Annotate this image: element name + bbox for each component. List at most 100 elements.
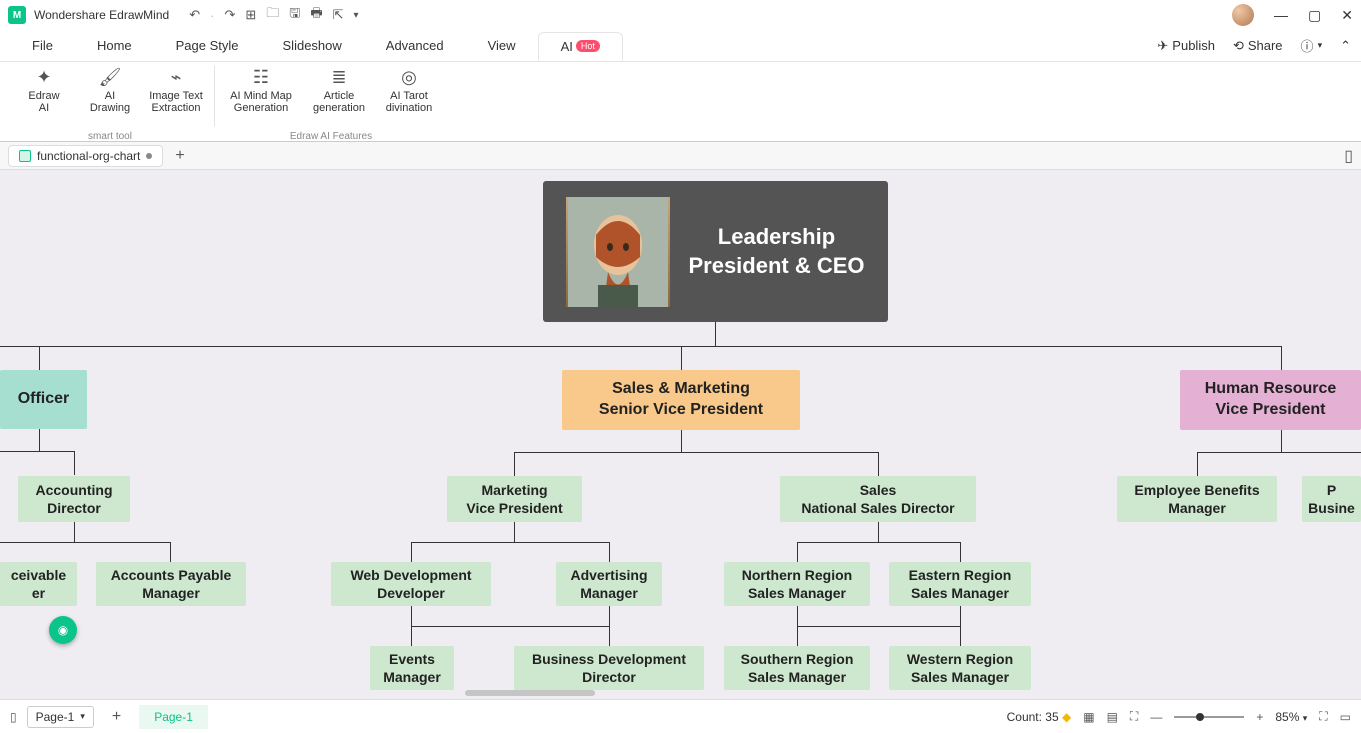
collapse-ribbon-icon[interactable]: ⌃	[1340, 38, 1351, 54]
fullscreen-icon[interactable]: ⛶	[1319, 709, 1327, 724]
node-finance-label: Officer	[18, 389, 70, 410]
l: Manager	[1134, 499, 1259, 517]
l: Advertising	[570, 566, 647, 584]
connector	[797, 626, 960, 627]
page-tab-1[interactable]: Page-1	[139, 705, 208, 729]
share-button[interactable]: ⟲Share	[1233, 38, 1283, 54]
ai-tarot-button[interactable]: ◎AI Tarot divination	[381, 66, 437, 114]
count-label: Count: 35 ◆	[1007, 710, 1072, 724]
l: Sales Manager	[741, 668, 854, 686]
article-gen-button[interactable]: ≣Article generation	[307, 66, 371, 114]
node-accounting[interactable]: AccountingDirector	[18, 476, 130, 522]
node-sales-director[interactable]: SalesNational Sales Director	[780, 476, 976, 522]
ribbon-group-ai-features: ☷AI Mind Map Generation ≣Article generat…	[219, 66, 443, 142]
node-advertising[interactable]: AdvertisingManager	[556, 562, 662, 606]
chevron-down-icon: ▾	[80, 711, 85, 722]
minimize-panel-icon[interactable]: ▭	[1340, 710, 1351, 724]
minimize-icon[interactable]: —	[1274, 7, 1288, 24]
view-mode-2-icon[interactable]: ▤	[1107, 710, 1118, 724]
qat-more-icon[interactable]: ▾	[354, 10, 359, 21]
image-text-button[interactable]: ⌁Image Text Extraction	[148, 66, 204, 114]
horizontal-scrollbar[interactable]	[465, 690, 595, 696]
close-icon[interactable]: ✕	[1341, 7, 1353, 24]
zoom-level[interactable]: 85% ▾	[1275, 710, 1307, 724]
tab-home[interactable]: Home	[75, 32, 154, 59]
maximize-icon[interactable]: ▢	[1308, 7, 1321, 24]
zoom-slider[interactable]	[1174, 716, 1244, 718]
tab-page-style[interactable]: Page Style	[154, 32, 261, 59]
outline-icon[interactable]: ▯	[10, 710, 17, 724]
ai-drawing-button[interactable]: 🖌AI Drawing	[82, 66, 138, 114]
node-hr-p[interactable]: PBusine	[1302, 476, 1361, 522]
l: P	[1308, 481, 1355, 499]
tab-view[interactable]: View	[466, 32, 538, 59]
l: Busine	[1308, 499, 1355, 517]
open-icon[interactable]: 🗀	[266, 4, 279, 26]
connector	[170, 542, 171, 562]
add-page-button[interactable]: +	[104, 708, 129, 726]
node-hr[interactable]: Human ResourceVice President	[1180, 370, 1361, 430]
redo-icon[interactable]: ↷	[224, 7, 235, 23]
doc-tab-icon	[19, 150, 31, 162]
print-icon[interactable]: 🖶	[310, 4, 322, 26]
connector	[878, 452, 879, 476]
node-bizdev[interactable]: Business DevelopmentDirector	[514, 646, 704, 690]
doc-tab-1[interactable]: functional-org-chart	[8, 145, 163, 167]
l: Developer	[350, 584, 471, 602]
l: ceivable	[11, 566, 66, 584]
connector	[797, 542, 798, 562]
export-icon[interactable]: ⇱	[333, 7, 344, 23]
tab-ai-label: AI	[561, 39, 573, 54]
view-mode-1-icon[interactable]: ▦	[1083, 710, 1094, 724]
node-receivable[interactable]: ceivableer	[0, 562, 77, 606]
tab-advanced[interactable]: Advanced	[364, 32, 466, 59]
node-west-region[interactable]: Western RegionSales Manager	[889, 646, 1031, 690]
tab-file[interactable]: File	[10, 32, 75, 59]
node-marketing-vp[interactable]: MarketingVice President	[447, 476, 582, 522]
node-sales-marketing[interactable]: Sales & MarketingSenior Vice President	[562, 370, 800, 430]
edraw-ai-button[interactable]: ✦Edraw AI	[16, 66, 72, 114]
zoom-out-button[interactable]: —	[1150, 710, 1162, 724]
ai-drawing-label: AI Drawing	[90, 90, 130, 114]
canvas[interactable]: Leadership President & CEO Officer Sales…	[0, 170, 1361, 699]
zoom-in-button[interactable]: +	[1256, 710, 1263, 724]
panel-toggle-icon[interactable]: ▯	[1344, 146, 1353, 166]
l: Manager	[383, 668, 441, 686]
node-webdev[interactable]: Web DevelopmentDeveloper	[331, 562, 491, 606]
hr-line1: Human Resource	[1205, 379, 1337, 400]
publish-label: Publish	[1172, 38, 1215, 53]
doc-tab-label: functional-org-chart	[37, 149, 140, 163]
new-icon[interactable]: ⊞	[245, 7, 256, 23]
ai-mindmap-button[interactable]: ☷AI Mind Map Generation	[225, 66, 297, 114]
node-north-region[interactable]: Northern RegionSales Manager	[724, 562, 870, 606]
l: Vice President	[466, 499, 562, 517]
ai-assistant-bubble[interactable]: ◉	[49, 616, 77, 644]
node-finance[interactable]: Officer	[0, 370, 87, 429]
connector	[878, 522, 879, 542]
save-icon[interactable]: 🖫	[289, 4, 300, 26]
ai-tarot-icon: ◎	[398, 66, 420, 88]
help-button[interactable]: ⓘ▾	[1301, 36, 1323, 55]
node-east-region[interactable]: Eastern RegionSales Manager	[889, 562, 1031, 606]
connector	[0, 346, 1281, 347]
ceo-line2: President & CEO	[688, 252, 864, 281]
page-selector[interactable]: Page-1 ▾	[27, 706, 94, 728]
add-tab-button[interactable]: +	[169, 147, 190, 165]
node-payable[interactable]: Accounts PayableManager	[96, 562, 246, 606]
tab-ai[interactable]: AIHot	[538, 32, 623, 61]
diamond-icon: ◆	[1062, 710, 1071, 724]
user-avatar[interactable]	[1232, 4, 1254, 26]
app-logo-icon: M	[8, 6, 26, 24]
node-south-region[interactable]: Southern RegionSales Manager	[724, 646, 870, 690]
zoom-knob[interactable]	[1196, 713, 1204, 721]
fit-page-icon[interactable]: ⛶	[1130, 709, 1138, 724]
qat-sep: ·	[210, 8, 214, 23]
node-ceo[interactable]: Leadership President & CEO	[543, 181, 888, 322]
undo-icon[interactable]: ↶	[189, 7, 200, 23]
node-events[interactable]: EventsManager	[370, 646, 454, 690]
tab-slideshow[interactable]: Slideshow	[261, 32, 364, 59]
node-emp-benefits[interactable]: Employee BenefitsManager	[1117, 476, 1277, 522]
l: Western Region	[907, 650, 1013, 668]
publish-button[interactable]: ✈Publish	[1157, 38, 1215, 54]
image-text-icon: ⌁	[165, 66, 187, 88]
